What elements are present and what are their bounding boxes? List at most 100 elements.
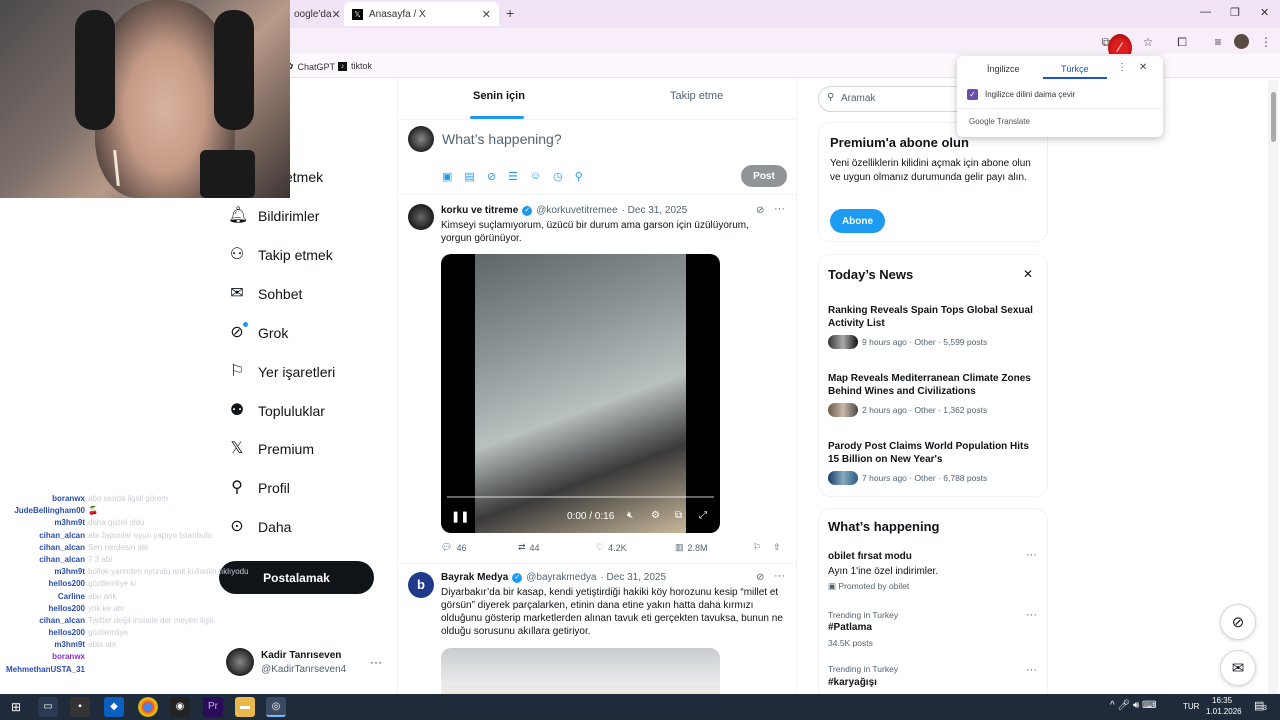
nav-item-partial[interactable]: etmek [285,162,323,192]
restore-icon[interactable]: ❐ [1230,6,1240,19]
video-progress-track[interactable] [447,496,714,498]
more-icon[interactable]: ··· [1026,549,1037,561]
nav-item-follow[interactable]: ⚇ Takip etmek [228,240,333,270]
translate-menu-icon[interactable]: ⋮ [1117,62,1127,73]
nav-item-bookmarks[interactable]: ⚐ Yer işaretleri [228,357,335,387]
premium-body: Yeni özelliklerin kilidini açmak için ab… [830,158,1031,183]
nav-item-grok[interactable]: ⊘ Grok [228,318,288,348]
minimize-icon[interactable]: — [1200,6,1211,18]
bookmark-tiktok[interactable]: ♪ tiktok [338,61,372,71]
translate-tab-target[interactable]: Türkçe [1061,64,1089,74]
nav-item-chat[interactable]: ✉ Sohbet [228,279,302,309]
composer-post-button[interactable]: Post [741,165,787,187]
premiere-icon[interactable]: Pr [203,697,223,717]
tweet-handle[interactable]: @bayrakmedya [526,572,596,583]
close-icon[interactable]: ✕ [1023,267,1033,281]
account-more-icon[interactable]: ··· [370,655,382,669]
more-icon[interactable]: ··· [1026,609,1037,621]
file-explorer-icon[interactable]: ▬ [235,697,255,717]
composer-input[interactable]: What’s happening? [442,131,562,147]
like-action[interactable]: ♡ 4.2K [596,542,627,553]
tab-following[interactable]: Takip etme [670,90,723,102]
extensions-icon[interactable]: ⧠ [1174,34,1190,50]
gif-icon[interactable]: ▤ [464,170,474,183]
views-action[interactable]: ▥ 2.8M [675,542,708,553]
chrome-active-icon[interactable]: ◎ [266,697,286,717]
schedule-icon[interactable]: ◷ [553,170,563,183]
tweet-handle[interactable]: @korkuvetitremee [536,205,617,216]
location-icon[interactable]: ⚲ [575,170,583,183]
star-icon[interactable]: ☆ [1140,34,1156,50]
news-headline[interactable]: Ranking Reveals Spain Tops Global Sexual… [828,304,1038,330]
account-handle[interactable]: @KadirTanrseven4 [261,664,346,675]
image-icon[interactable]: ▣ [442,170,452,183]
windows-start-icon[interactable]: ⊞ [6,697,26,717]
translate-tab-source[interactable]: İngilizce [987,64,1020,74]
settings-gear-icon[interactable]: ⚙ [651,510,660,521]
promo-name[interactable]: obilet fırsat modu [828,551,912,562]
pause-icon[interactable]: ❚❚ [451,510,469,523]
tweet-date[interactable]: · Dec 31, 2025 [600,572,666,583]
news-headline[interactable]: Parody Post Claims World Population Hits… [828,440,1038,466]
messages-fab[interactable]: ✉ [1220,650,1256,686]
grok-explain-icon[interactable]: ⊘ [756,205,764,216]
chrome-icon[interactable] [138,697,158,717]
close-icon[interactable]: ✕ [1139,62,1147,73]
browser-tab-x-home[interactable]: 𝕏 Anasayfa / X ✕ [344,2,499,26]
pip-icon[interactable]: ⧉ [675,510,682,521]
tweet-avatar[interactable]: b [408,572,434,598]
account-name[interactable]: Kadir Tanrıseven [261,650,341,661]
tweet-image[interactable] [441,648,720,694]
app-icon[interactable]: ▭ [38,697,58,717]
always-translate-checkbox[interactable]: ✓ [967,89,978,100]
news-headline[interactable]: Map Reveals Mediterranean Climate Zones … [828,372,1038,398]
subscribe-button[interactable]: Abone [830,209,885,233]
clock-time[interactable]: 16:35 [1212,696,1232,705]
tweet-avatar[interactable] [408,204,434,230]
menu-kebab-icon[interactable]: ⋮ [1258,34,1274,50]
tweet-date[interactable]: · Dec 31, 2025 [622,205,688,216]
emoji-icon[interactable]: ☺ [530,170,541,183]
new-tab-icon[interactable]: + [506,5,514,21]
trend-name[interactable]: #Patlama [828,622,872,633]
poll-icon[interactable]: ☰ [508,170,518,183]
scrollbar-thumb[interactable] [1271,92,1276,142]
app-icon[interactable]: ▪ [70,697,90,717]
bookmark-chatgpt[interactable]: ✿ ChatGPT [286,61,335,72]
tweet-video[interactable]: ❚❚ 0:00 / 0:16 🔇︎ ⚙ ⧉ ⤢ [441,254,720,533]
fullscreen-icon[interactable]: ⤢ [699,510,707,521]
nav-item-premium[interactable]: 𝕏 Premium [228,434,314,464]
close-tab-icon[interactable]: ✕ [332,8,341,21]
close-tab-icon[interactable]: ✕ [482,8,491,21]
share-action[interactable]: ⇧ [773,542,781,553]
tweet-author[interactable]: Bayrak Medya [441,572,508,583]
mute-icon[interactable]: 🔇︎ [627,510,633,521]
bookmark-action[interactable]: ⚐ [753,542,761,553]
tab-for-you[interactable]: Senin için [473,90,525,102]
chat-line: boranwx abo senda ilgsil görem [0,494,260,506]
close-window-icon[interactable]: ✕ [1260,6,1269,19]
more-icon[interactable]: ··· [1026,664,1037,676]
reply-action[interactable]: 💬︎ 46 [441,542,466,553]
nav-item-communities[interactable]: ⚉ Topluluklar [228,396,325,426]
browser-tab-google[interactable]: oogle'da ✕ [286,2,342,26]
repost-action[interactable]: ⇄ 44 [518,542,540,553]
trend-name[interactable]: #karyağışı [828,677,877,688]
always-translate-label[interactable]: İngilizce dilini daima çevir [985,90,1075,99]
search-input[interactable]: Aramak [841,93,875,104]
tweet-more-icon[interactable]: ··· [774,203,785,215]
tweet-author[interactable]: korku ve titreme [441,205,518,216]
clock-date[interactable]: 1.01.2026 [1206,707,1242,716]
grok-icon[interactable]: ⊘ [487,170,496,183]
grok-explain-icon[interactable]: ⊘ [756,572,764,583]
grok-fab[interactable]: ⊘ [1220,604,1256,640]
reading-list-icon[interactable]: ≡ [1210,34,1226,50]
profile-avatar[interactable] [1234,34,1249,49]
tweet-more-icon[interactable]: ··· [774,570,785,582]
nav-item-notifications[interactable]: 🔔︎ Bildirimler [228,201,319,231]
input-language[interactable]: TUR [1183,702,1199,711]
app-icon[interactable]: ◆ [104,697,124,717]
page-scrollbar[interactable] [1268,80,1278,694]
obs-icon[interactable]: ◉ [170,697,190,717]
tray-icons[interactable]: ^ 🎤︎ 🔊︎ ⌨ [1110,700,1156,711]
